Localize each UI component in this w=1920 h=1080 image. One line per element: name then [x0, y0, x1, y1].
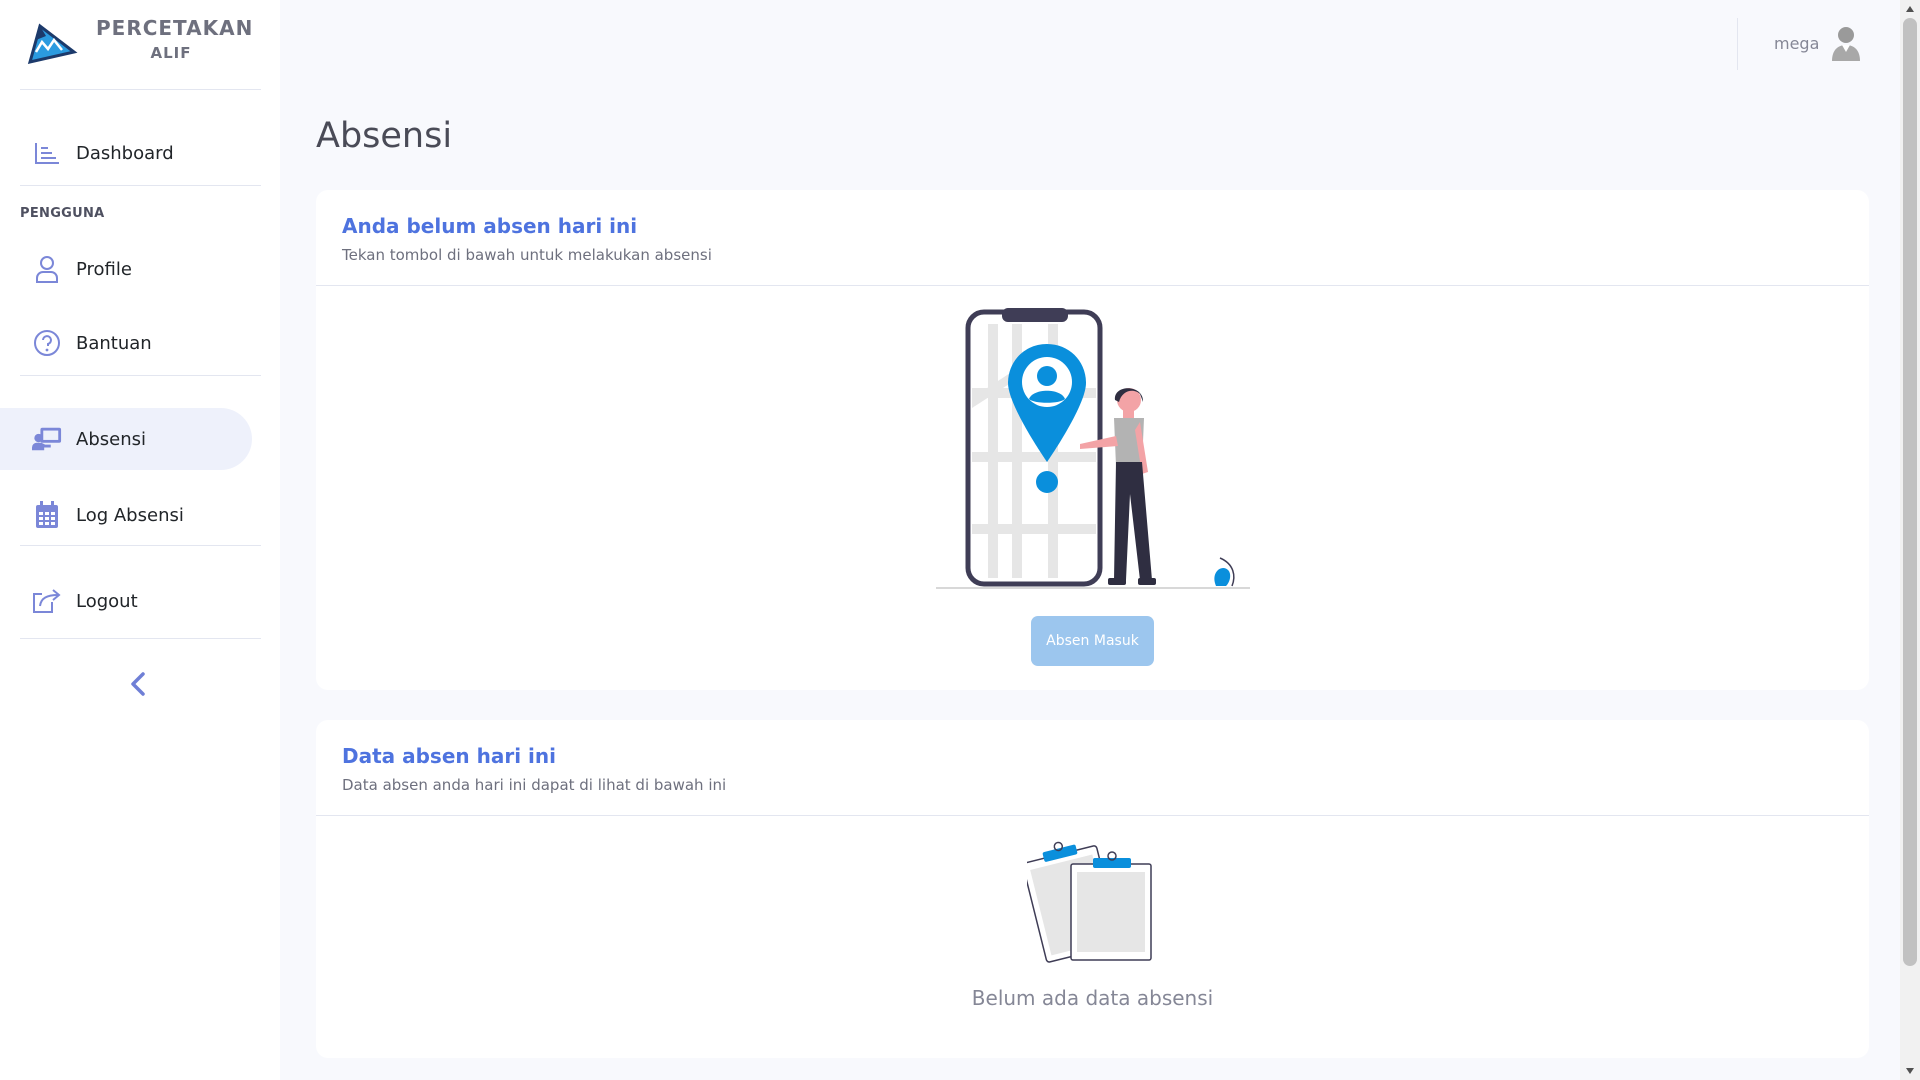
divider: [20, 545, 261, 546]
user-avatar-icon[interactable]: [1828, 24, 1864, 62]
sidebar-item-label: Profile: [76, 258, 132, 280]
sidebar-item-label: Log Absensi: [76, 504, 184, 526]
topbar-divider: [1737, 18, 1738, 70]
chalkboard-teacher-icon: [32, 424, 62, 454]
user-icon: [32, 254, 62, 284]
section-heading: PENGGUNA: [20, 206, 105, 221]
card-title: Anda belum absen hari ini: [342, 214, 638, 238]
card-header: Data absen hari ini Data absen anda hari…: [316, 720, 1869, 816]
sidebar-item-label: Bantuan: [76, 332, 152, 354]
clipboards-illustration: [1027, 841, 1152, 963]
attendance-data-card: Data absen hari ini Data absen anda hari…: [316, 720, 1869, 1058]
user-name[interactable]: mega: [1774, 34, 1819, 53]
sidebar-item-dashboard[interactable]: Dashboard: [0, 122, 252, 184]
location-map-illustration: [936, 308, 1250, 589]
attendance-card: Anda belum absen hari ini Tekan tombol d…: [316, 190, 1869, 690]
question-circle-icon: [32, 328, 62, 358]
brand-name-line2: ALIF: [150, 44, 192, 62]
sidebar-item-absensi[interactable]: Absensi: [0, 408, 252, 470]
card-title: Data absen hari ini: [342, 744, 556, 768]
mountain-triangle-logo: [27, 23, 78, 65]
sidebar-item-logout[interactable]: Logout: [0, 570, 252, 632]
sidebar: PERCETAKAN ALIF Dashboard PENGGUNA Profi…: [0, 0, 280, 1080]
card-subtitle: Tekan tombol di bawah untuk melakukan ab…: [342, 246, 712, 264]
divider: [20, 638, 261, 639]
card-subtitle: Data absen anda hari ini dapat di lihat …: [342, 776, 727, 794]
topbar: mega: [280, 0, 1900, 90]
card-header: Anda belum absen hari ini Tekan tombol d…: [316, 190, 1869, 286]
scroll-down-arrow-icon[interactable]: [1905, 1066, 1915, 1076]
share-exit-icon: [32, 586, 62, 616]
sidebar-item-label: Logout: [76, 590, 138, 612]
brand[interactable]: PERCETAKAN ALIF: [0, 0, 280, 90]
brand-name: PERCETAKAN ALIF: [96, 16, 254, 62]
sidebar-collapse-button[interactable]: [118, 664, 158, 704]
sidebar-item-label: Dashboard: [76, 142, 174, 164]
absen-masuk-button[interactable]: Absen Masuk: [1031, 616, 1154, 666]
page-title: Absensi: [316, 116, 453, 156]
scroll-up-arrow-icon[interactable]: [1905, 4, 1915, 14]
divider: [20, 375, 261, 376]
page-scrollbar[interactable]: [1900, 0, 1920, 1080]
sidebar-item-bantuan[interactable]: Bantuan: [0, 312, 252, 374]
empty-state-text: Belum ada data absensi: [971, 986, 1214, 1010]
sidebar-item-label: Absensi: [76, 428, 146, 450]
brand-name-line1: PERCETAKAN: [96, 16, 254, 40]
chevron-left-icon: [131, 672, 145, 696]
calendar-icon: [32, 500, 62, 530]
sidebar-item-profile[interactable]: Profile: [0, 238, 252, 300]
scrollbar-thumb[interactable]: [1903, 18, 1917, 966]
chart-line-icon: [32, 138, 62, 168]
divider: [20, 185, 261, 186]
divider: [20, 89, 261, 90]
sidebar-item-log-absensi[interactable]: Log Absensi: [0, 484, 252, 546]
